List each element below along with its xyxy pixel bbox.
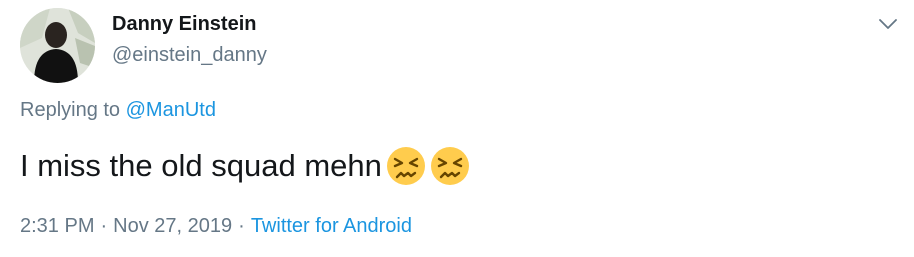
display-name[interactable]: Danny Einstein: [112, 12, 256, 36]
mention-link[interactable]: @ManUtd: [126, 99, 216, 121]
replying-prefix: Replying to: [20, 99, 126, 121]
tweet-meta: 2:31 PM · Nov 27, 2019 · Twitter for Android: [20, 213, 412, 239]
tweet-body: I miss the old squad mehn: [20, 148, 382, 183]
tweet-text: I miss the old squad mehn: [20, 146, 470, 186]
tweet-time[interactable]: 2:31 PM: [20, 215, 94, 237]
meta-separator: ·: [100, 215, 108, 237]
source-link[interactable]: Twitter for Android: [251, 215, 412, 237]
avatar[interactable]: [20, 8, 95, 83]
tweet-card: Danny Einstein @einstein_danny Replying …: [0, 0, 914, 257]
replying-to: Replying to @ManUtd: [20, 97, 216, 123]
chevron-down-icon[interactable]: [876, 12, 900, 36]
tweet-date[interactable]: Nov 27, 2019: [113, 215, 232, 237]
persevering-face-emoji: [386, 146, 426, 186]
persevering-face-emoji: [430, 146, 470, 186]
meta-separator: ·: [238, 215, 245, 237]
avatar-image: [20, 8, 95, 83]
user-handle[interactable]: @einstein_danny: [112, 43, 267, 67]
